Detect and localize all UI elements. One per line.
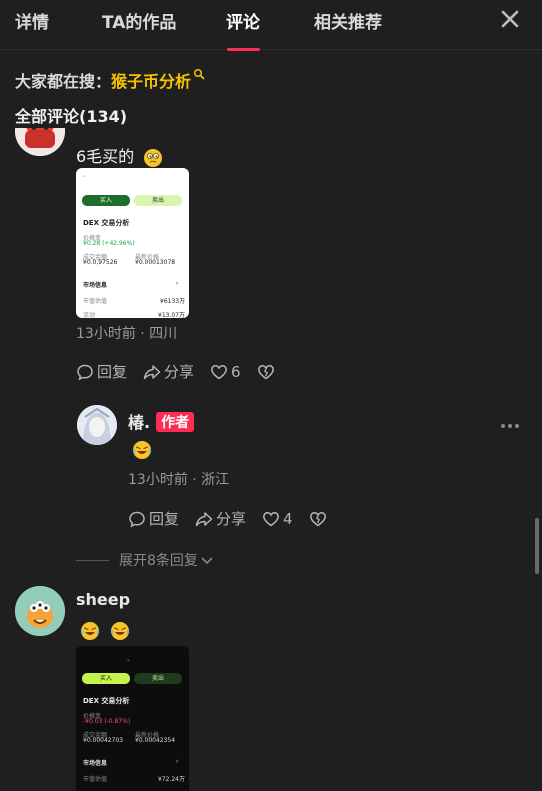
share-icon [195,511,213,526]
heart-icon [263,511,279,526]
comments-list[interactable]: 6毛买的 ⌄ 买入 卖出 DEX 交易分析 价格变 ¥0.28 (+42.96%… [0,128,542,791]
thumb-row2-label: 流动 [83,312,96,318]
thumb-price-value: -¥0.03 (-0.87%) [83,718,131,725]
thumb-row1-value: ¥72.24万 [158,776,185,783]
thumb-row1-value: ¥6133万 [160,298,186,305]
reply-meta: 13小时前 · 浙江 [128,472,230,488]
avatar[interactable] [15,586,65,636]
thumb-row2-value: ¥13.07万 [158,312,185,318]
like-count: 4 [283,509,293,528]
thumb-title: DEX 交易分析 [83,219,130,227]
expand-replies-button[interactable]: 展开8条回复 [76,550,214,570]
reply-username-row: 椿. 作者 [128,409,195,433]
like-count: 6 [231,362,241,381]
thumb-market-label: 市场信息 [83,282,108,289]
broken-heart-icon [309,511,326,526]
thumb-sell-button: 卖出 [134,195,182,206]
reply-label: 回复 [97,363,128,381]
share-icon [143,364,161,379]
dislike-button[interactable] [257,363,278,381]
thumb-buy-button: 买入 [82,195,130,206]
thumb-right-value: ¥0.00042354 [135,737,176,744]
reply-button[interactable]: 回复 [76,361,127,382]
thumb-market-label: 市场信息 [83,760,108,767]
tab-related[interactable]: 相关推荐 [314,8,382,33]
share-button[interactable]: 分享 [143,361,194,382]
rofl-face-icon [132,440,152,459]
comments-count: 全部评论(134) [15,107,128,126]
author-badge: 作者 [156,412,195,432]
comment-text [80,620,136,641]
tab-works[interactable]: TA的作品 [102,8,176,33]
reply-text [132,439,158,460]
username[interactable]: sheep [76,590,130,609]
avatar[interactable] [77,405,117,445]
comment-text-content: 6毛买的 [76,147,135,166]
thumb-sell-button: 卖出 [134,673,182,684]
search-icon [193,68,205,80]
reply-label: 回复 [149,510,180,528]
rofl-face-icon [110,621,130,640]
close-icon[interactable] [498,7,522,31]
thumb-buy-button: 买入 [82,673,130,684]
thumb-title: DEX 交易分析 [83,697,130,705]
search-suggestion-prefix: 大家都在搜： [15,72,112,91]
comment-text: 6毛买的 [76,143,169,168]
dislike-button[interactable] [309,510,330,528]
like-button[interactable]: 4 [262,510,293,528]
rofl-face-icon [80,621,100,640]
broken-heart-icon [257,364,274,379]
thumb-price-value: ¥0.28 (+42.96%) [83,240,135,247]
reply-button[interactable]: 回复 [128,508,179,529]
comment-actions: 回复 分享 6 [76,361,294,382]
share-button[interactable]: 分享 [195,508,246,529]
tab-comments[interactable]: 评论 [226,8,260,33]
chevron-right-icon: › [176,758,179,765]
thinking-face-icon [144,148,163,167]
expand-replies-label: 展开8条回复 [119,553,198,569]
share-label: 分享 [164,363,195,381]
thumb-left-value: ¥0.00042703 [83,737,124,744]
comment-image[interactable]: ⌄ 买入 卖出 DEX 交易分析 价格变 ¥0.28 (+42.96%) 成交金… [76,168,189,318]
avatar[interactable] [15,128,65,156]
more-options-icon[interactable] [500,423,520,429]
thumb-row1-label: 市值估值 [83,776,108,783]
reply-actions: 回复 分享 4 [128,508,346,529]
thumb-status: ⌄ [126,656,132,663]
active-tab-indicator [227,48,260,51]
tab-details[interactable]: 详情 [15,8,49,33]
tab-bar: 详情 TA的作品 评论 相关推荐 [0,0,542,51]
comment-meta: 13小时前 · 四川 [76,326,178,342]
thumb-left-value: ¥0.0,97526 [83,259,118,266]
reply-icon [77,364,93,380]
like-button[interactable]: 6 [210,363,241,381]
chevron-right-icon: › [176,280,179,287]
heart-icon [211,364,227,379]
reply-icon [129,511,145,527]
chevron-down-icon [201,557,213,565]
username[interactable]: 椿. [128,413,150,432]
avatar-image [15,586,65,636]
divider [76,559,109,561]
avatar-image [77,405,117,445]
avatar-image [15,128,65,156]
comment-image[interactable]: ⌄ 买入 卖出 DEX 交易分析 价格变 -¥0.03 (-0.87%) 成交金… [76,646,189,791]
thumb-status: ⌄ [82,172,88,179]
thumb-row1-label: 市值估值 [83,298,108,305]
search-suggestion-keyword[interactable]: 猴子币分析 [111,72,191,91]
scrollbar[interactable] [535,518,539,574]
search-suggestion[interactable]: 大家都在搜：猴子币分析 [15,68,205,92]
thumb-right-value: ¥0.00013078 [135,259,176,266]
share-label: 分享 [216,510,247,528]
